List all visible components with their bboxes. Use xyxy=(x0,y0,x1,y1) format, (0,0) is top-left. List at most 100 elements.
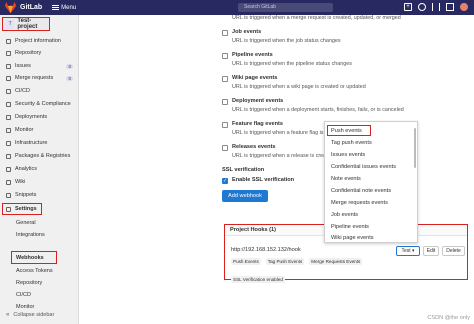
ssl-verification-heading: SSL verification xyxy=(222,167,265,173)
test-label: Test xyxy=(401,248,411,254)
sidebar-item-label: Packages & Registries xyxy=(15,153,71,159)
sidebar-item-label: Merge requests xyxy=(15,75,54,81)
chevron-down-icon: ▾ xyxy=(412,248,415,254)
sidebar-item-repository[interactable]: Repository xyxy=(0,47,79,59)
feature-flag-events-title: Feature flag events xyxy=(232,121,283,127)
deployments-icon xyxy=(6,114,11,120)
brand-name[interactable]: GitLab xyxy=(20,4,42,11)
sidebar-item-security[interactable]: Security & Compliance xyxy=(0,98,79,110)
merge-request-icon xyxy=(6,75,11,81)
sidebar-item-deployments[interactable]: Deployments xyxy=(0,111,79,123)
sidebar-item-monitor[interactable]: Monitor xyxy=(0,124,79,136)
hook-event-badges: Push Events Tag Push Events Merge Reques… xyxy=(231,258,363,265)
todo-icon[interactable] xyxy=(446,3,454,11)
sidebar-item-label: Deployments xyxy=(15,114,48,120)
project-sidebar: T Test-project Project information Repos… xyxy=(0,15,79,324)
wiki-page-events-checkbox[interactable] xyxy=(222,76,228,82)
feature-flag-events-description: URL is triggered when a feature flag is xyxy=(232,130,324,136)
feature-flag-events-checkbox[interactable] xyxy=(222,122,228,128)
sidebar-item-label: Analytics xyxy=(15,166,38,172)
merge-requests-count-badge: 0 xyxy=(66,75,73,81)
dropdown-item-tag-push-events[interactable]: Tag push events xyxy=(331,140,372,146)
issues-icon[interactable] xyxy=(418,3,426,11)
top-nav-icons: + xyxy=(404,3,468,11)
repository-icon xyxy=(6,50,11,56)
sidebar-subitem-integrations[interactable]: Integrations xyxy=(0,229,79,241)
merge-request-icon[interactable] xyxy=(432,3,440,11)
edit-hook-button[interactable]: Edit xyxy=(423,246,439,256)
dropdown-item-confidential-issues-events[interactable]: Confidential issues events xyxy=(331,164,396,170)
sidebar-item-label: Security & Compliance xyxy=(15,101,71,107)
gitlab-logo-icon[interactable] xyxy=(4,1,17,14)
sidebar-subitem-access-tokens[interactable]: Access Tokens xyxy=(0,265,79,277)
sidebar-subitem-cicd[interactable]: CI/CD xyxy=(0,289,79,301)
sidebar-item-project-information[interactable]: Project information xyxy=(0,35,79,47)
dropdown-item-pipeline-events[interactable]: Pipeline events xyxy=(331,224,369,230)
sidebar-item-packages[interactable]: Packages & Registries xyxy=(0,150,79,162)
sidebar-item-label: Repository xyxy=(15,50,42,56)
job-events-description: URL is triggered when the job status cha… xyxy=(232,38,341,44)
chart-icon xyxy=(6,166,11,172)
enable-ssl-checkbox[interactable]: ✓ xyxy=(222,178,228,184)
hamburger-icon xyxy=(52,5,60,10)
sidebar-item-label: Project information xyxy=(15,38,61,44)
add-webhook-button[interactable]: Add webhook xyxy=(222,190,268,202)
dropdown-item-wiki-page-events[interactable]: Wiki page events xyxy=(331,235,374,241)
plus-icon[interactable]: + xyxy=(404,3,412,11)
rocket-icon xyxy=(6,88,11,94)
sidebar-item-cicd[interactable]: CI/CD xyxy=(0,85,79,97)
delete-hook-button[interactable]: Delete xyxy=(442,246,465,256)
sidebar-item-snippets[interactable]: Snippets xyxy=(0,189,79,201)
job-events-checkbox[interactable] xyxy=(222,30,228,36)
sidebar-item-infrastructure[interactable]: Infrastructure xyxy=(0,137,79,149)
deployment-events-title: Deployment events xyxy=(232,98,284,104)
sidebar-item-label: Infrastructure xyxy=(15,140,48,146)
pipeline-events-checkbox[interactable] xyxy=(222,53,228,59)
csdn-watermark: CSDN @the only xyxy=(427,315,470,321)
shield-icon xyxy=(6,101,11,107)
dropdown-item-issues-events[interactable]: Issues events xyxy=(331,152,365,158)
dropdown-item-confidential-note-events[interactable]: Confidential note events xyxy=(331,188,391,194)
sidebar-item-label: Monitor xyxy=(15,127,34,133)
menu-label: Menu xyxy=(61,4,77,11)
dropdown-scrollbar[interactable] xyxy=(414,128,416,168)
releases-events-description: URL is triggered when a release is creat xyxy=(232,153,328,159)
ssl-verification-badge: SSL Verification enabled xyxy=(231,276,285,283)
test-hook-dropdown-button[interactable]: Test ▾ xyxy=(396,246,420,256)
dropdown-item-push-events[interactable]: Push events xyxy=(331,128,362,134)
top-navbar: GitLab Menu Search GitLab + xyxy=(0,0,474,15)
collapse-sidebar-button[interactable]: « Collapse sidebar xyxy=(6,312,54,318)
sidebar-item-wiki[interactable]: Wiki xyxy=(0,176,79,188)
issues-count-badge: 0 xyxy=(66,63,73,69)
menu-button[interactable]: Menu xyxy=(52,5,76,11)
dropdown-item-job-events[interactable]: Job events xyxy=(331,212,358,218)
wiki-page-events-description: URL is triggered when a wiki page is cre… xyxy=(232,84,366,90)
dropdown-item-merge-requests-events[interactable]: Merge requests events xyxy=(331,200,388,206)
releases-events-checkbox[interactable] xyxy=(222,145,228,151)
merge-requests-events-badge: Merge Requests Events xyxy=(309,258,363,265)
dropdown-item-note-events[interactable]: Note events xyxy=(331,176,361,182)
sidebar-item-merge-requests[interactable]: Merge requests 0 xyxy=(0,72,79,84)
webhooks-highlight-box xyxy=(11,251,57,264)
search-input[interactable]: Search GitLab xyxy=(238,3,333,12)
sidebar-subitem-general[interactable]: General xyxy=(0,217,79,229)
sidebar-subitem-repository[interactable]: Repository xyxy=(0,277,79,289)
package-icon xyxy=(6,153,11,159)
sidebar-item-analytics[interactable]: Analytics xyxy=(0,163,79,175)
collapse-sidebar-label: Collapse sidebar xyxy=(13,312,55,318)
merge-request-events-description: URL is triggered when a merge request is… xyxy=(232,15,401,21)
deployment-events-checkbox[interactable] xyxy=(222,99,228,105)
project-name: Test-project xyxy=(17,18,38,30)
tag-push-events-badge: Tag Push Events xyxy=(265,258,305,265)
releases-events-title: Releases events xyxy=(232,144,276,150)
project-header[interactable]: T Test-project xyxy=(2,17,50,31)
hook-url: http://192.168.152.132/hook xyxy=(231,247,301,253)
issues-icon xyxy=(6,63,11,69)
pipeline-events-title: Pipeline events xyxy=(232,52,273,58)
cloud-icon xyxy=(6,140,11,146)
deployment-events-description: URL is triggered when a deployment start… xyxy=(232,107,404,113)
pipeline-events-description: URL is triggered when the pipeline statu… xyxy=(232,61,352,67)
double-chevron-left-icon: « xyxy=(6,312,10,318)
user-avatar[interactable] xyxy=(460,3,468,11)
sidebar-item-issues[interactable]: Issues 0 xyxy=(0,60,79,72)
